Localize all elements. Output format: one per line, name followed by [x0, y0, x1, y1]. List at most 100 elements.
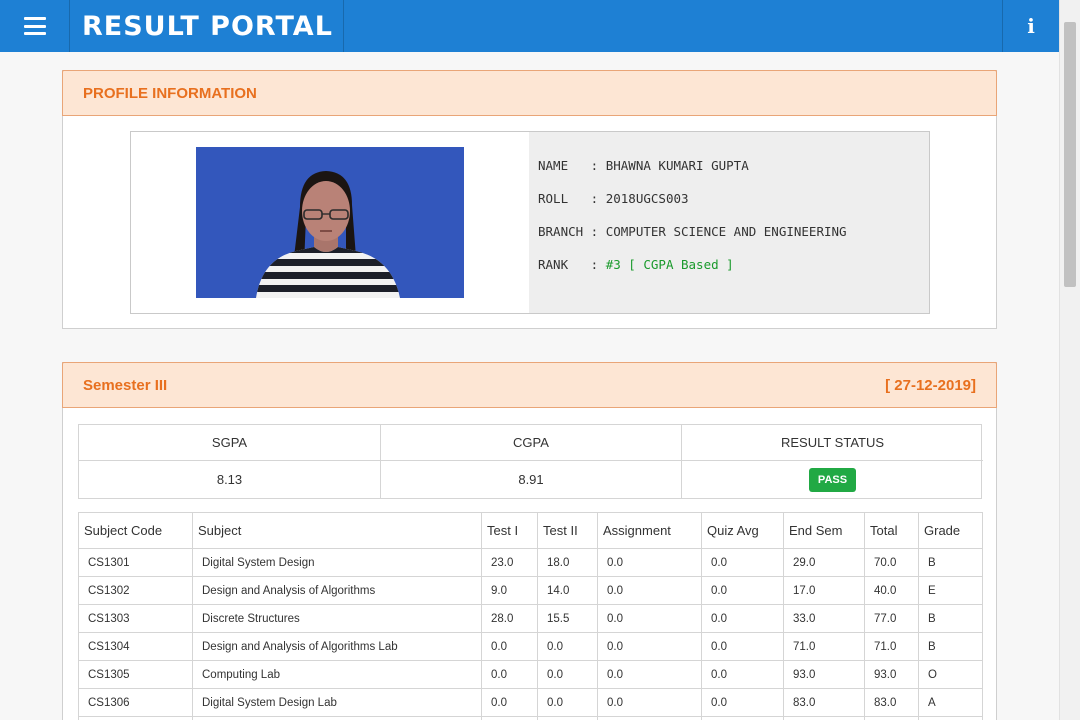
cell-quiz-avg: 0.0 — [701, 632, 784, 661]
cell-end-sem: 71.0 — [783, 632, 865, 661]
rank-label: RANK — [538, 257, 584, 272]
cell-total — [864, 716, 919, 720]
semester-date: [ 27-12-2019] — [885, 376, 976, 394]
detail-row-rank: RANK : #3 [ CGPA Based ] — [538, 257, 929, 290]
cell-test-1: 0.0 — [481, 632, 538, 661]
cell-grade: E — [918, 576, 983, 605]
cell-subject-code: CS1304 — [78, 632, 193, 661]
cell-test-1: 0.0 — [481, 660, 538, 689]
roll-value: 2018UGCS003 — [605, 191, 689, 206]
student-photo — [196, 147, 464, 298]
cell-test-1 — [481, 716, 538, 720]
cell-grade: O — [918, 660, 983, 689]
table-row: CS1305 Computing Lab 0.0 0.0 0.0 0.0 93.0 93.0 O — [78, 660, 983, 689]
detail-row-roll: ROLL : 2018UGCS003 — [538, 191, 929, 224]
cell-assignment — [597, 716, 702, 720]
profile-panel-title: PROFILE INFORMATION — [83, 84, 257, 102]
cgpa-value: 8.91 — [381, 461, 682, 498]
profile-panel: PROFILE INFORMATION NAME: BHAWNA KUMARI… — [62, 70, 997, 329]
cell-test-1: 28.0 — [481, 604, 538, 633]
cell-total: 71.0 — [864, 632, 919, 661]
cell-test-2: 0.0 — [537, 632, 598, 661]
cell-quiz-avg: 0.0 — [701, 688, 784, 717]
cell-test-2: 15.5 — [537, 604, 598, 633]
cell-grade: A — [918, 688, 983, 717]
col-subject: Subject — [192, 512, 482, 549]
table-row: CS1301 Digital System Design 23.0 18.0 0.0 0.… — [78, 548, 983, 577]
cell-total: 77.0 — [864, 604, 919, 633]
cell-end-sem: 83.0 — [783, 688, 865, 717]
cell-end-sem: 93.0 — [783, 660, 865, 689]
semester-panel: Semester III [ 27-12-2019] SGPA CGPA RES… — [62, 362, 997, 720]
cell-test-1: 0.0 — [481, 688, 538, 717]
info-button[interactable]: i — [1002, 0, 1059, 52]
top-navbar: RESULT PORTAL i — [0, 0, 1059, 52]
profile-details: NAME : BHAWNA KUMARI GUPTA ROLL : 2018UG… — [529, 132, 929, 313]
col-quiz-avg: Quiz Avg — [701, 512, 784, 549]
col-test-2: Test II — [537, 512, 598, 549]
col-subject-code: Subject Code — [78, 512, 193, 549]
cell-end-sem: 33.0 — [783, 604, 865, 633]
table-row — [78, 716, 983, 720]
hamburger-menu-icon — [23, 17, 46, 35]
semester-title: Semester III — [83, 376, 168, 394]
cell-subject: Discrete Structures — [192, 604, 482, 633]
cell-quiz-avg: 0.0 — [701, 576, 784, 605]
cell-end-sem: 29.0 — [783, 548, 865, 577]
result-status-cell: PASS — [682, 461, 983, 498]
cell-test-1: 9.0 — [481, 576, 538, 605]
cell-grade — [918, 716, 983, 720]
cell-end-sem — [783, 716, 865, 720]
status-badge: PASS — [808, 467, 857, 492]
cell-subject-code: CS1302 — [78, 576, 193, 605]
cell-assignment: 0.0 — [597, 604, 702, 633]
col-end-sem: End Sem — [783, 512, 865, 549]
marks-table: Subject Code Subject Test I Test II Assi… — [78, 512, 983, 720]
cell-assignment: 0.0 — [597, 548, 702, 577]
cell-subject: Digital System Design — [192, 548, 482, 577]
scrollbar-thumb[interactable] — [1064, 22, 1076, 287]
cell-subject: Digital System Design Lab — [192, 688, 482, 717]
semester-summary: SGPA CGPA RESULT STATUS 8.13 8.91 PASS — [78, 424, 983, 499]
cell-total: 93.0 — [864, 660, 919, 689]
rank-value: #3 [ CGPA Based ] — [605, 257, 734, 272]
cell-subject-code: CS1303 — [78, 604, 193, 633]
cell-test-2: 18.0 — [537, 548, 598, 577]
cell-end-sem: 17.0 — [783, 576, 865, 605]
info-icon: i — [1027, 14, 1035, 38]
cell-test-1: 23.0 — [481, 548, 538, 577]
sgpa-header: SGPA — [79, 425, 381, 461]
name-label: NAME — [538, 158, 584, 173]
cgpa-header: CGPA — [381, 425, 682, 461]
cell-subject-code — [78, 716, 193, 720]
cell-total: 83.0 — [864, 688, 919, 717]
cell-assignment: 0.0 — [597, 632, 702, 661]
detail-row-branch: BRANCH : COMPUTER SCIENCE AND ENGINEERIN… — [538, 224, 929, 257]
cell-subject: Design and Analysis of Algorithms — [192, 576, 482, 605]
marks-header-row: Subject Code Subject Test I Test II Assi… — [78, 512, 983, 549]
cell-subject-code: CS1305 — [78, 660, 193, 689]
profile-card: NAME : BHAWNA KUMARI GUPTA ROLL : 2018UG… — [130, 131, 930, 314]
col-test-1: Test I — [481, 512, 538, 549]
cell-test-2 — [537, 716, 598, 720]
cell-quiz-avg: 0.0 — [701, 604, 784, 633]
cell-total: 40.0 — [864, 576, 919, 605]
cell-subject-code: CS1306 — [78, 688, 193, 717]
cell-quiz-avg — [701, 716, 784, 720]
app-title[interactable]: RESULT PORTAL — [70, 0, 344, 52]
cell-total: 70.0 — [864, 548, 919, 577]
photo-area — [131, 132, 529, 313]
cell-quiz-avg: 0.0 — [701, 548, 784, 577]
cell-assignment: 0.0 — [597, 576, 702, 605]
result-status-header: RESULT STATUS — [682, 425, 983, 461]
profile-panel-header: PROFILE INFORMATION — [62, 70, 997, 116]
semester-panel-header: Semester III [ 27-12-2019] — [62, 362, 997, 408]
menu-button[interactable] — [0, 0, 70, 52]
cell-test-2: 14.0 — [537, 576, 598, 605]
page-scrollbar[interactable] — [1059, 0, 1080, 720]
cell-assignment: 0.0 — [597, 660, 702, 689]
marks-body: CS1301 Digital System Design 23.0 18.0 0.0 0.… — [78, 548, 983, 720]
cell-quiz-avg: 0.0 — [701, 660, 784, 689]
name-value: BHAWNA KUMARI GUPTA — [605, 158, 749, 173]
table-row: CS1302 Design and Analysis of Algorithms 9… — [78, 576, 983, 605]
